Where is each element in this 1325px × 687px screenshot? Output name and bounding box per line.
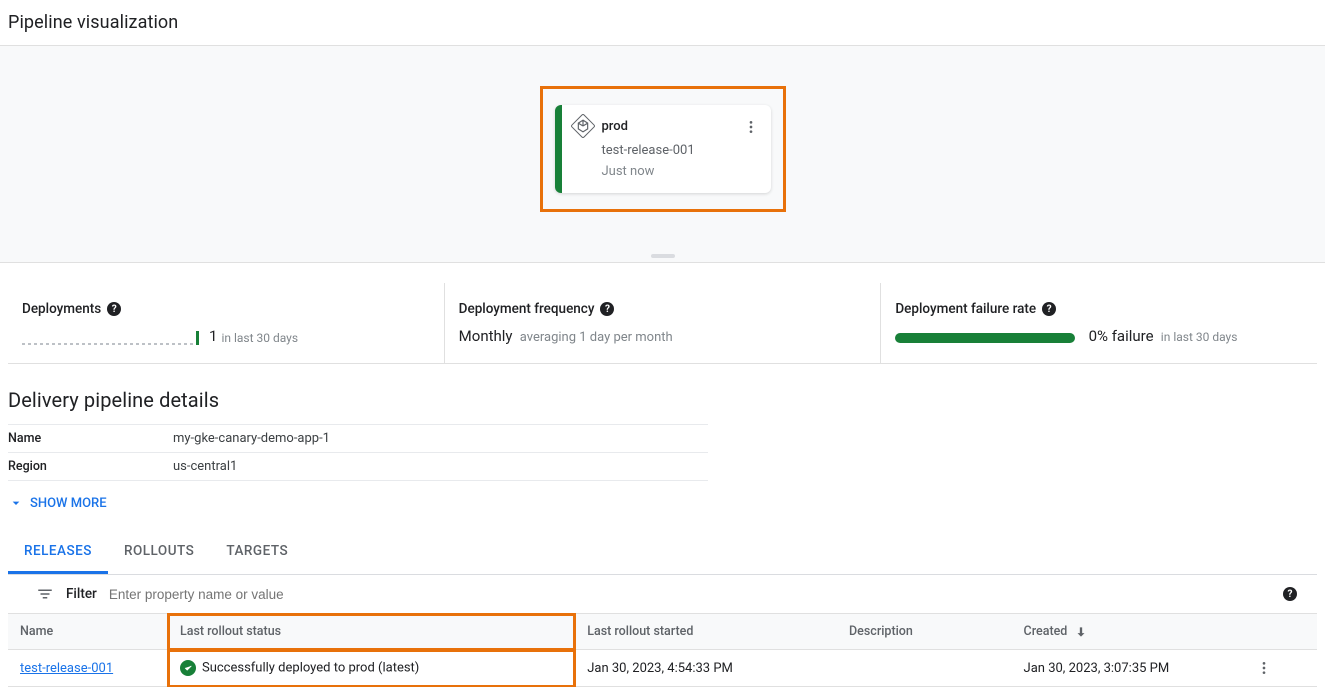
deployments-period: in last 30 days (221, 331, 298, 345)
kv-val: my-gke-canary-demo-app-1 (173, 425, 330, 452)
tab-rollouts[interactable]: ROLLOUTS (108, 531, 210, 574)
filter-icon (36, 585, 54, 603)
gke-icon (570, 113, 595, 138)
deployments-sparkline (22, 327, 199, 345)
help-icon[interactable]: ? (600, 302, 614, 316)
tab-targets[interactable]: TARGETS (210, 531, 304, 574)
stat-failure-label: Deployment failure rate (895, 301, 1036, 317)
kv-row: Namemy-gke-canary-demo-app-1 (8, 425, 708, 453)
kv-key: Name (8, 425, 173, 452)
kv-row: Regionus-central1 (8, 453, 708, 481)
frequency-main: Monthly (459, 327, 513, 345)
target-name: prod (602, 119, 628, 134)
kv-key: Region (8, 453, 173, 480)
target-release: test-release-001 (602, 143, 761, 158)
help-icon[interactable]: ? (1042, 302, 1056, 316)
rollout-started: Jan 30, 2023, 4:54:33 PM (575, 650, 837, 687)
col-actions (1244, 614, 1317, 650)
more-vert-icon[interactable] (739, 115, 763, 139)
col-description[interactable]: Description (837, 614, 1012, 650)
rollout-status-text: Successfully deployed to prod (latest) (202, 660, 419, 675)
show-more-label: SHOW MORE (30, 496, 107, 511)
visualization-area: prod test-release-001 Just now (0, 45, 1325, 263)
failure-period: in last 30 days (1161, 330, 1238, 344)
col-name[interactable]: Name (8, 614, 168, 650)
details-title: Delivery pipeline details (0, 364, 1325, 424)
more-vert-icon[interactable] (1256, 660, 1305, 676)
col-status[interactable]: Last rollout status (168, 614, 575, 650)
stats-row: Deployments ? 1 in last 30 days Deployme… (8, 283, 1317, 364)
release-link[interactable]: test-release-001 (20, 661, 113, 676)
highlight-annotation: prod test-release-001 Just now (540, 86, 786, 212)
col-started[interactable]: Last rollout started (575, 614, 837, 650)
deployments-count: 1 (209, 327, 217, 345)
stat-frequency-label: Deployment frequency (459, 301, 595, 317)
tabs: RELEASESROLLOUTSTARGETS (8, 531, 1317, 575)
frequency-sub: averaging 1 day per month (520, 330, 673, 345)
stat-failure: Deployment failure rate ? 0% failure in … (880, 283, 1317, 363)
stat-deployments: Deployments ? 1 in last 30 days (8, 283, 444, 363)
help-icon[interactable]: ? (1283, 587, 1297, 601)
visualization-title: Pipeline visualization (0, 0, 1325, 45)
sort-desc-icon (1074, 625, 1088, 639)
show-more-button[interactable]: SHOW MORE (0, 481, 1325, 525)
target-time: Just now (602, 164, 761, 179)
stat-deployments-label: Deployments (22, 301, 101, 317)
help-icon[interactable]: ? (107, 302, 121, 316)
failure-bar (895, 333, 1075, 343)
failure-pct: 0% failure (1089, 327, 1154, 345)
success-check-icon (180, 660, 196, 676)
tab-releases[interactable]: RELEASES (8, 531, 108, 574)
releases-table: Name Last rollout status Last rollout st… (8, 614, 1317, 687)
filter-label: Filter (66, 586, 97, 602)
filter-row: Filter ? (8, 575, 1317, 614)
filter-input[interactable] (109, 587, 1271, 602)
target-card-prod[interactable]: prod test-release-001 Just now (555, 105, 771, 193)
col-created[interactable]: Created (1012, 614, 1245, 650)
table-row: test-release-001 Successfully deployed to… (8, 650, 1317, 687)
stat-frequency: Deployment frequency ? Monthly averaging… (444, 283, 881, 363)
kv-val: us-central1 (173, 453, 237, 480)
resize-handle[interactable] (651, 254, 675, 258)
details-kv-table: Namemy-gke-canary-demo-app-1Regionus-cen… (8, 424, 708, 481)
rollout-description (837, 650, 1012, 687)
rollout-created: Jan 30, 2023, 3:07:35 PM (1012, 650, 1245, 687)
